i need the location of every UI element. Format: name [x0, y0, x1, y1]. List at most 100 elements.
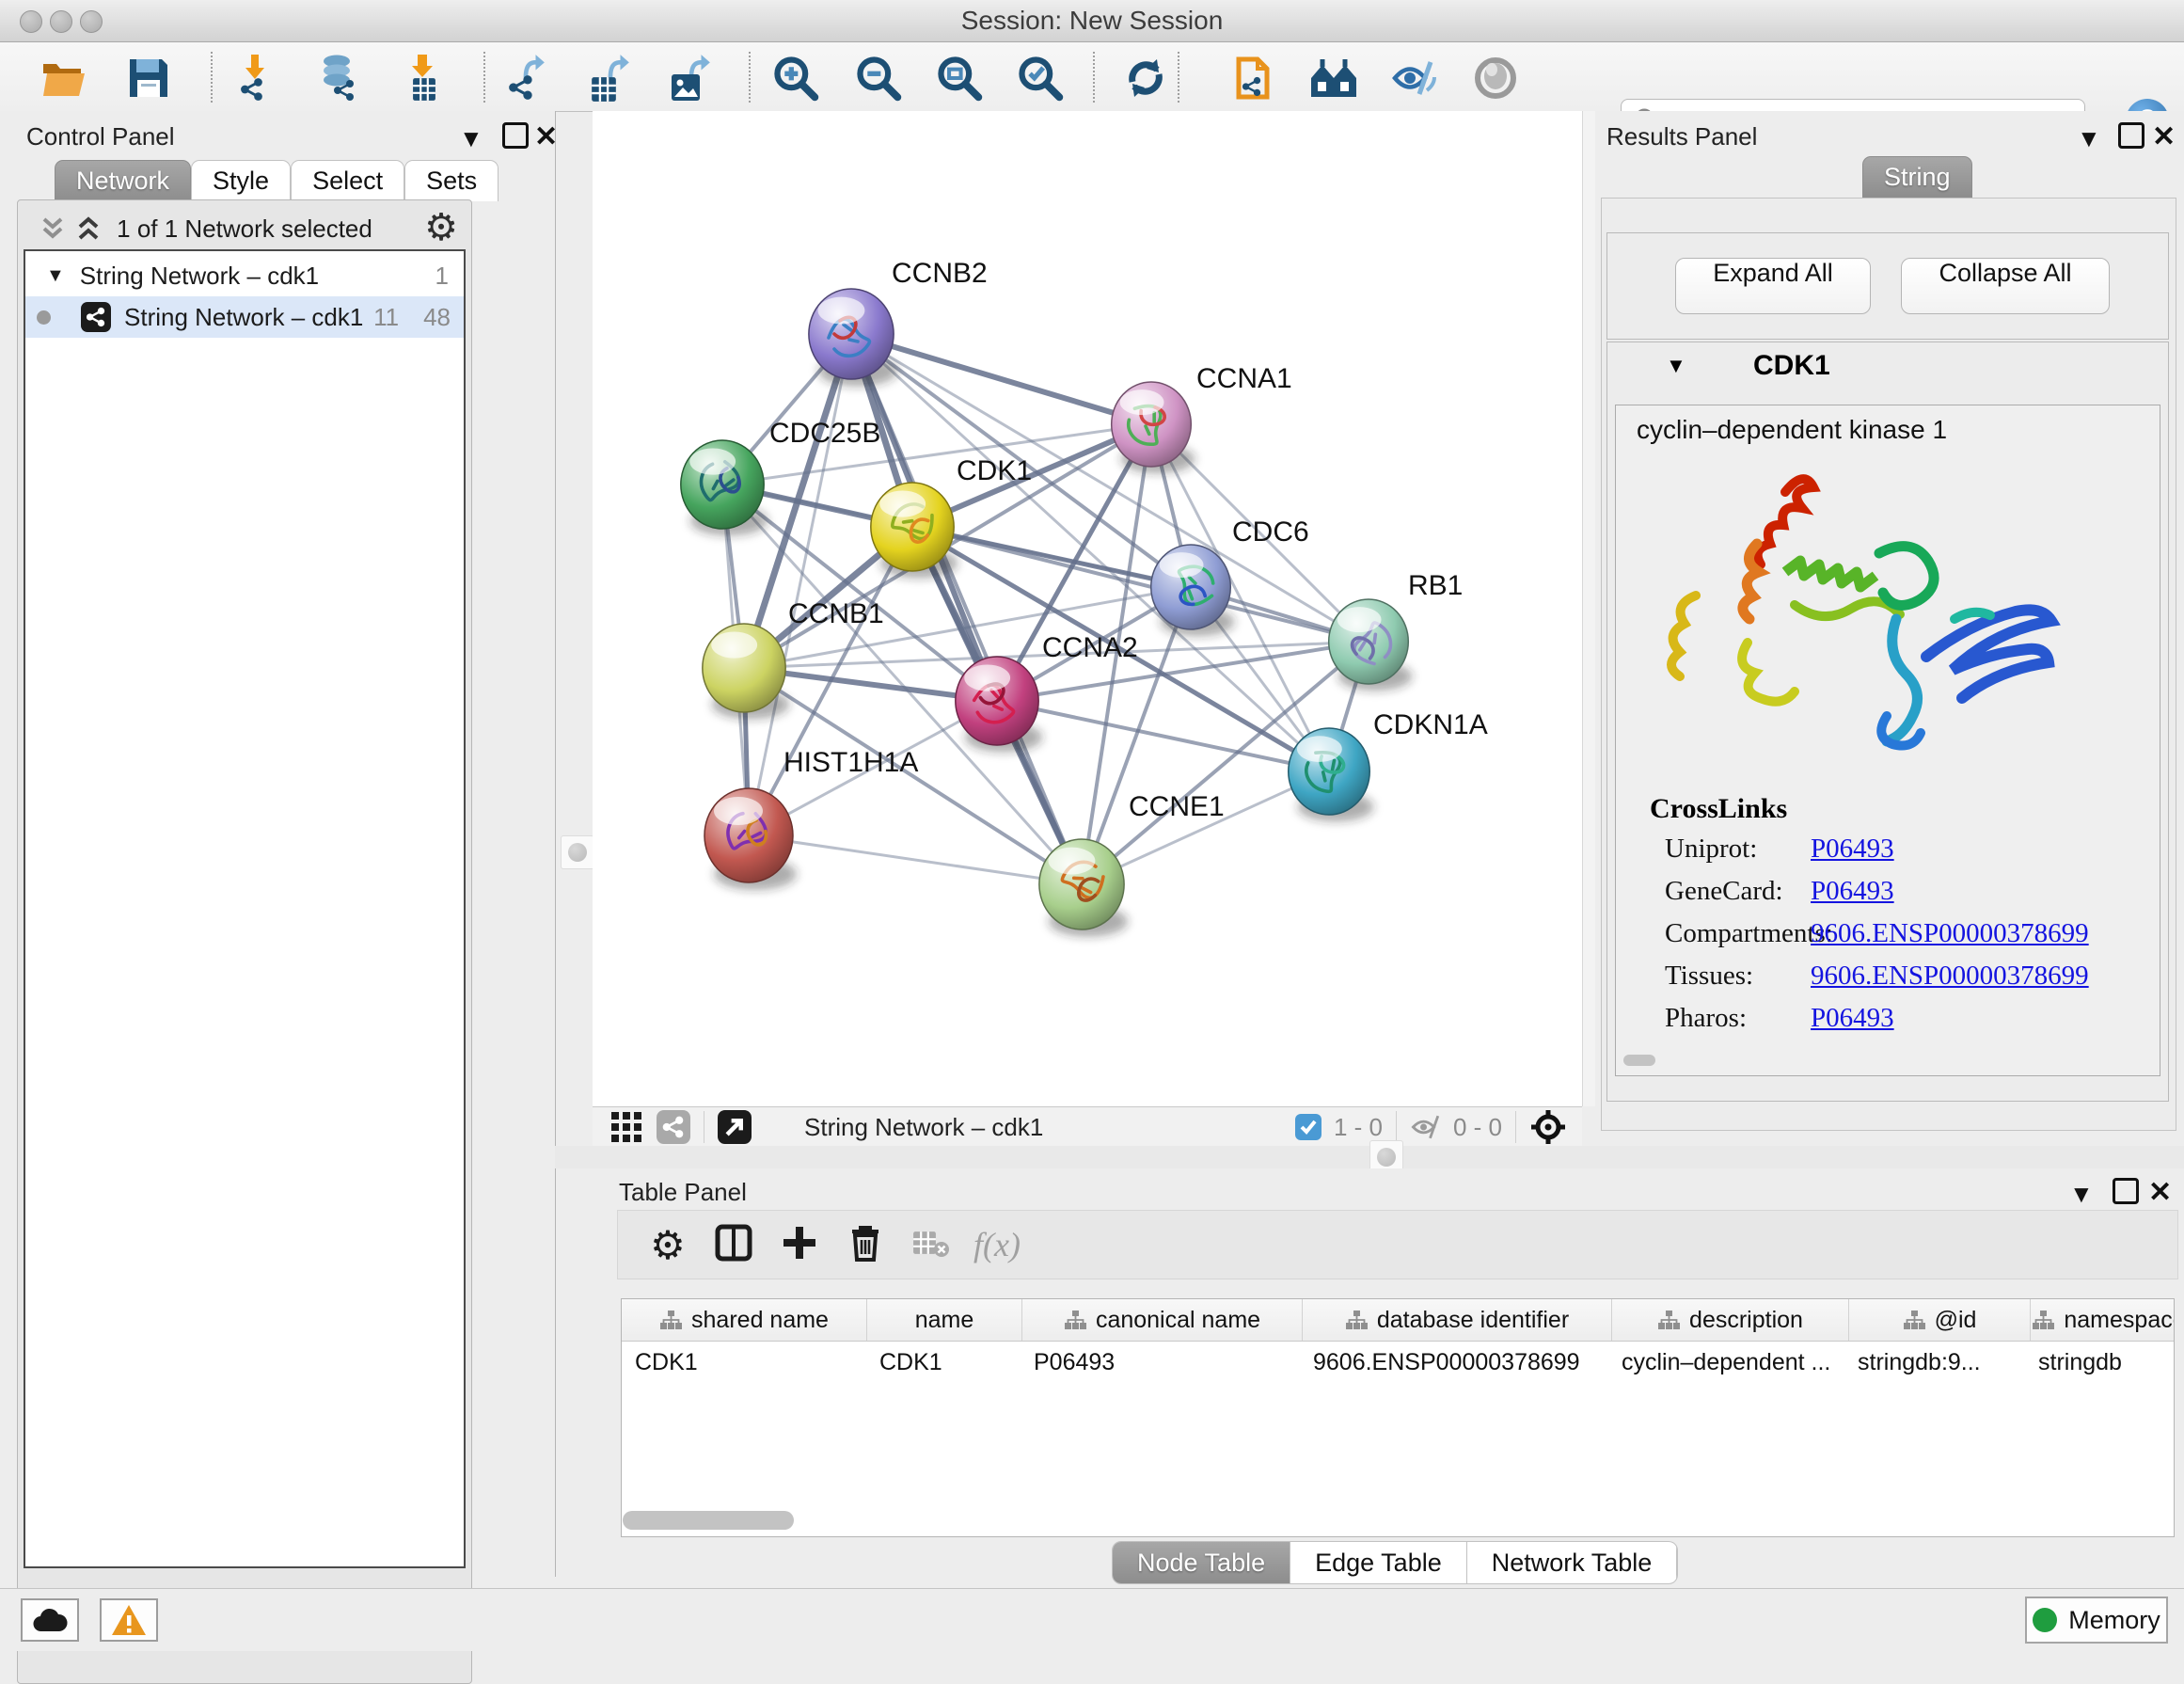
left-splitter-handle[interactable]: [561, 835, 594, 869]
crosslink-link[interactable]: P06493: [1811, 834, 1894, 865]
tab-select[interactable]: Select: [291, 160, 404, 201]
expand-all-button[interactable]: Expand All: [1675, 258, 1871, 314]
float-panel-icon[interactable]: [502, 122, 529, 149]
network-edge[interactable]: [851, 334, 1151, 424]
delete-column-trash-icon[interactable]: [832, 1224, 898, 1266]
network-node-cdk1[interactable]: [871, 483, 958, 579]
table-cell[interactable]: stringdb:9...: [1844, 1342, 2025, 1383]
network-collection-row[interactable]: ▼ String Network – cdk1 1: [25, 255, 464, 296]
add-column-icon[interactable]: [767, 1225, 832, 1265]
hide-evidence-icon[interactable]: [1390, 54, 1439, 103]
horizontal-splitter[interactable]: [555, 1146, 2184, 1168]
tab-style[interactable]: Style: [191, 160, 291, 201]
export-network-icon[interactable]: [502, 54, 551, 103]
table-row[interactable]: CDK1CDK1P064939606.ENSP00000378699cyclin…: [622, 1342, 2174, 1383]
zoom-window-button[interactable]: [80, 10, 103, 33]
grid-view-icon[interactable]: [609, 1110, 643, 1144]
import-network-from-database-icon[interactable]: [314, 54, 363, 103]
collection-expander-icon[interactable]: ▼: [46, 265, 65, 287]
network-edge[interactable]: [997, 701, 1329, 771]
crosslink-link[interactable]: P06493: [1811, 1003, 1894, 1034]
zoom-selected-icon[interactable]: [1016, 54, 1065, 103]
network-edge[interactable]: [749, 835, 1082, 884]
selected-checkbox-icon[interactable]: [1294, 1113, 1322, 1141]
table-cell[interactable]: CDK1: [866, 1342, 1021, 1383]
column-header-shared-name[interactable]: shared name: [622, 1299, 867, 1341]
panel-menu-icon[interactable]: ▼: [2069, 1180, 2094, 1209]
network-node-hist1h1a[interactable]: [704, 788, 797, 890]
import-table-from-file-icon[interactable]: [399, 54, 448, 103]
float-panel-icon[interactable]: [2118, 122, 2144, 149]
column-header-namespace[interactable]: namespace: [2031, 1299, 2175, 1341]
tab-edge-table[interactable]: Edge Table: [1290, 1542, 1467, 1583]
network-node-rb1[interactable]: [1329, 599, 1413, 691]
network-node-cdc6[interactable]: [1151, 545, 1235, 636]
string-home-icon[interactable]: [1309, 54, 1358, 103]
cloud-button[interactable]: [21, 1598, 79, 1642]
tab-node-table[interactable]: Node Table: [1113, 1542, 1290, 1583]
section-expander-icon[interactable]: ▼: [1666, 354, 1686, 378]
table-settings-gear-icon[interactable]: ⚙: [635, 1222, 701, 1268]
table-cell[interactable]: CDK1: [622, 1342, 866, 1383]
show-columns-icon[interactable]: [701, 1224, 767, 1266]
tab-sets[interactable]: Sets: [404, 160, 499, 201]
network-node-cdkn1a[interactable]: [1289, 728, 1374, 821]
zoom-out-icon[interactable]: [854, 54, 903, 103]
panel-menu-icon[interactable]: ▼: [2077, 124, 2101, 153]
column-header-canonical-name[interactable]: canonical name: [1022, 1299, 1303, 1341]
gear-icon[interactable]: ⚙: [424, 206, 458, 249]
zoom-in-icon[interactable]: [771, 54, 820, 103]
network-node-ccna1[interactable]: [1112, 382, 1195, 473]
close-panel-icon[interactable]: ✕: [2148, 1176, 2172, 1209]
export-image-icon[interactable]: [666, 54, 715, 103]
tab-network-table[interactable]: Network Table: [1467, 1542, 1678, 1583]
network-node-ccna2[interactable]: [956, 657, 1043, 753]
network-node-cdc25b[interactable]: [681, 440, 768, 536]
column-header-database-identifier[interactable]: database identifier: [1303, 1299, 1612, 1341]
import-network-from-file-icon[interactable]: [229, 54, 278, 103]
open-session-icon[interactable]: [40, 54, 88, 103]
warning-button[interactable]: [100, 1598, 158, 1642]
table-cell[interactable]: stringdb: [2025, 1342, 2175, 1383]
table-hscrollbar-thumb[interactable]: [623, 1511, 794, 1530]
column-header-description[interactable]: description: [1612, 1299, 1849, 1341]
tab-network[interactable]: Network: [55, 160, 191, 201]
table-header-row[interactable]: shared namenamecanonical name database id…: [622, 1299, 2174, 1342]
close-panel-icon[interactable]: ✕: [534, 120, 558, 153]
network-row-selected[interactable]: String Network – cdk1 11 48: [25, 296, 464, 338]
close-panel-icon[interactable]: ✕: [2152, 120, 2176, 153]
update-icon[interactable]: [1121, 54, 1170, 103]
fit-selected-crosshair-icon[interactable]: [1529, 1108, 1567, 1146]
network-node-ccne1[interactable]: [1039, 839, 1128, 937]
crosslink-link[interactable]: 9606.ENSP00000378699: [1811, 918, 2089, 949]
column-header-label: database identifier: [1377, 1307, 1569, 1334]
collapse-all-button[interactable]: Collapse All: [1901, 258, 2110, 314]
cloud-icon: [32, 1608, 68, 1632]
column-header--id[interactable]: @id: [1849, 1299, 2031, 1341]
hidden-eye-icon[interactable]: [1410, 1112, 1444, 1142]
panel-menu-icon[interactable]: ▼: [459, 124, 483, 153]
birdseye-view-icon[interactable]: [657, 1110, 690, 1144]
float-panel-icon[interactable]: [2113, 1178, 2139, 1204]
function-builder-icon[interactable]: f(x): [964, 1225, 1030, 1264]
network-canvas[interactable]: CCNB2CCNA1CDC25BCDK1CDC6RB1CCNB1CCNA2CDK…: [593, 111, 1582, 1106]
memory-button[interactable]: Memory: [2025, 1597, 2168, 1644]
table-cell[interactable]: 9606.ENSP00000378699: [1300, 1342, 1608, 1383]
minimize-window-button[interactable]: [50, 10, 72, 33]
network-node-ccnb2[interactable]: [809, 289, 897, 387]
export-table-icon[interactable]: [585, 54, 634, 103]
preview-sphere-icon[interactable]: [1471, 54, 1520, 103]
close-window-button[interactable]: [20, 10, 42, 33]
crosslink-link[interactable]: P06493: [1811, 876, 1894, 907]
tab-string[interactable]: String: [1862, 156, 1972, 198]
open-in-window-icon[interactable]: [718, 1110, 752, 1144]
share-document-icon[interactable]: [1227, 54, 1275, 103]
save-session-icon[interactable]: [124, 54, 173, 103]
zoom-fit-icon[interactable]: [935, 54, 984, 103]
table-cell[interactable]: cyclin–dependent ...: [1608, 1342, 1844, 1383]
inner-hscrollbar-thumb[interactable]: [1623, 1055, 1655, 1066]
table-cell[interactable]: P06493: [1021, 1342, 1300, 1383]
delete-table-icon[interactable]: [898, 1227, 964, 1263]
column-header-name[interactable]: name: [867, 1299, 1022, 1341]
crosslink-link[interactable]: 9606.ENSP00000378699: [1811, 961, 2089, 992]
